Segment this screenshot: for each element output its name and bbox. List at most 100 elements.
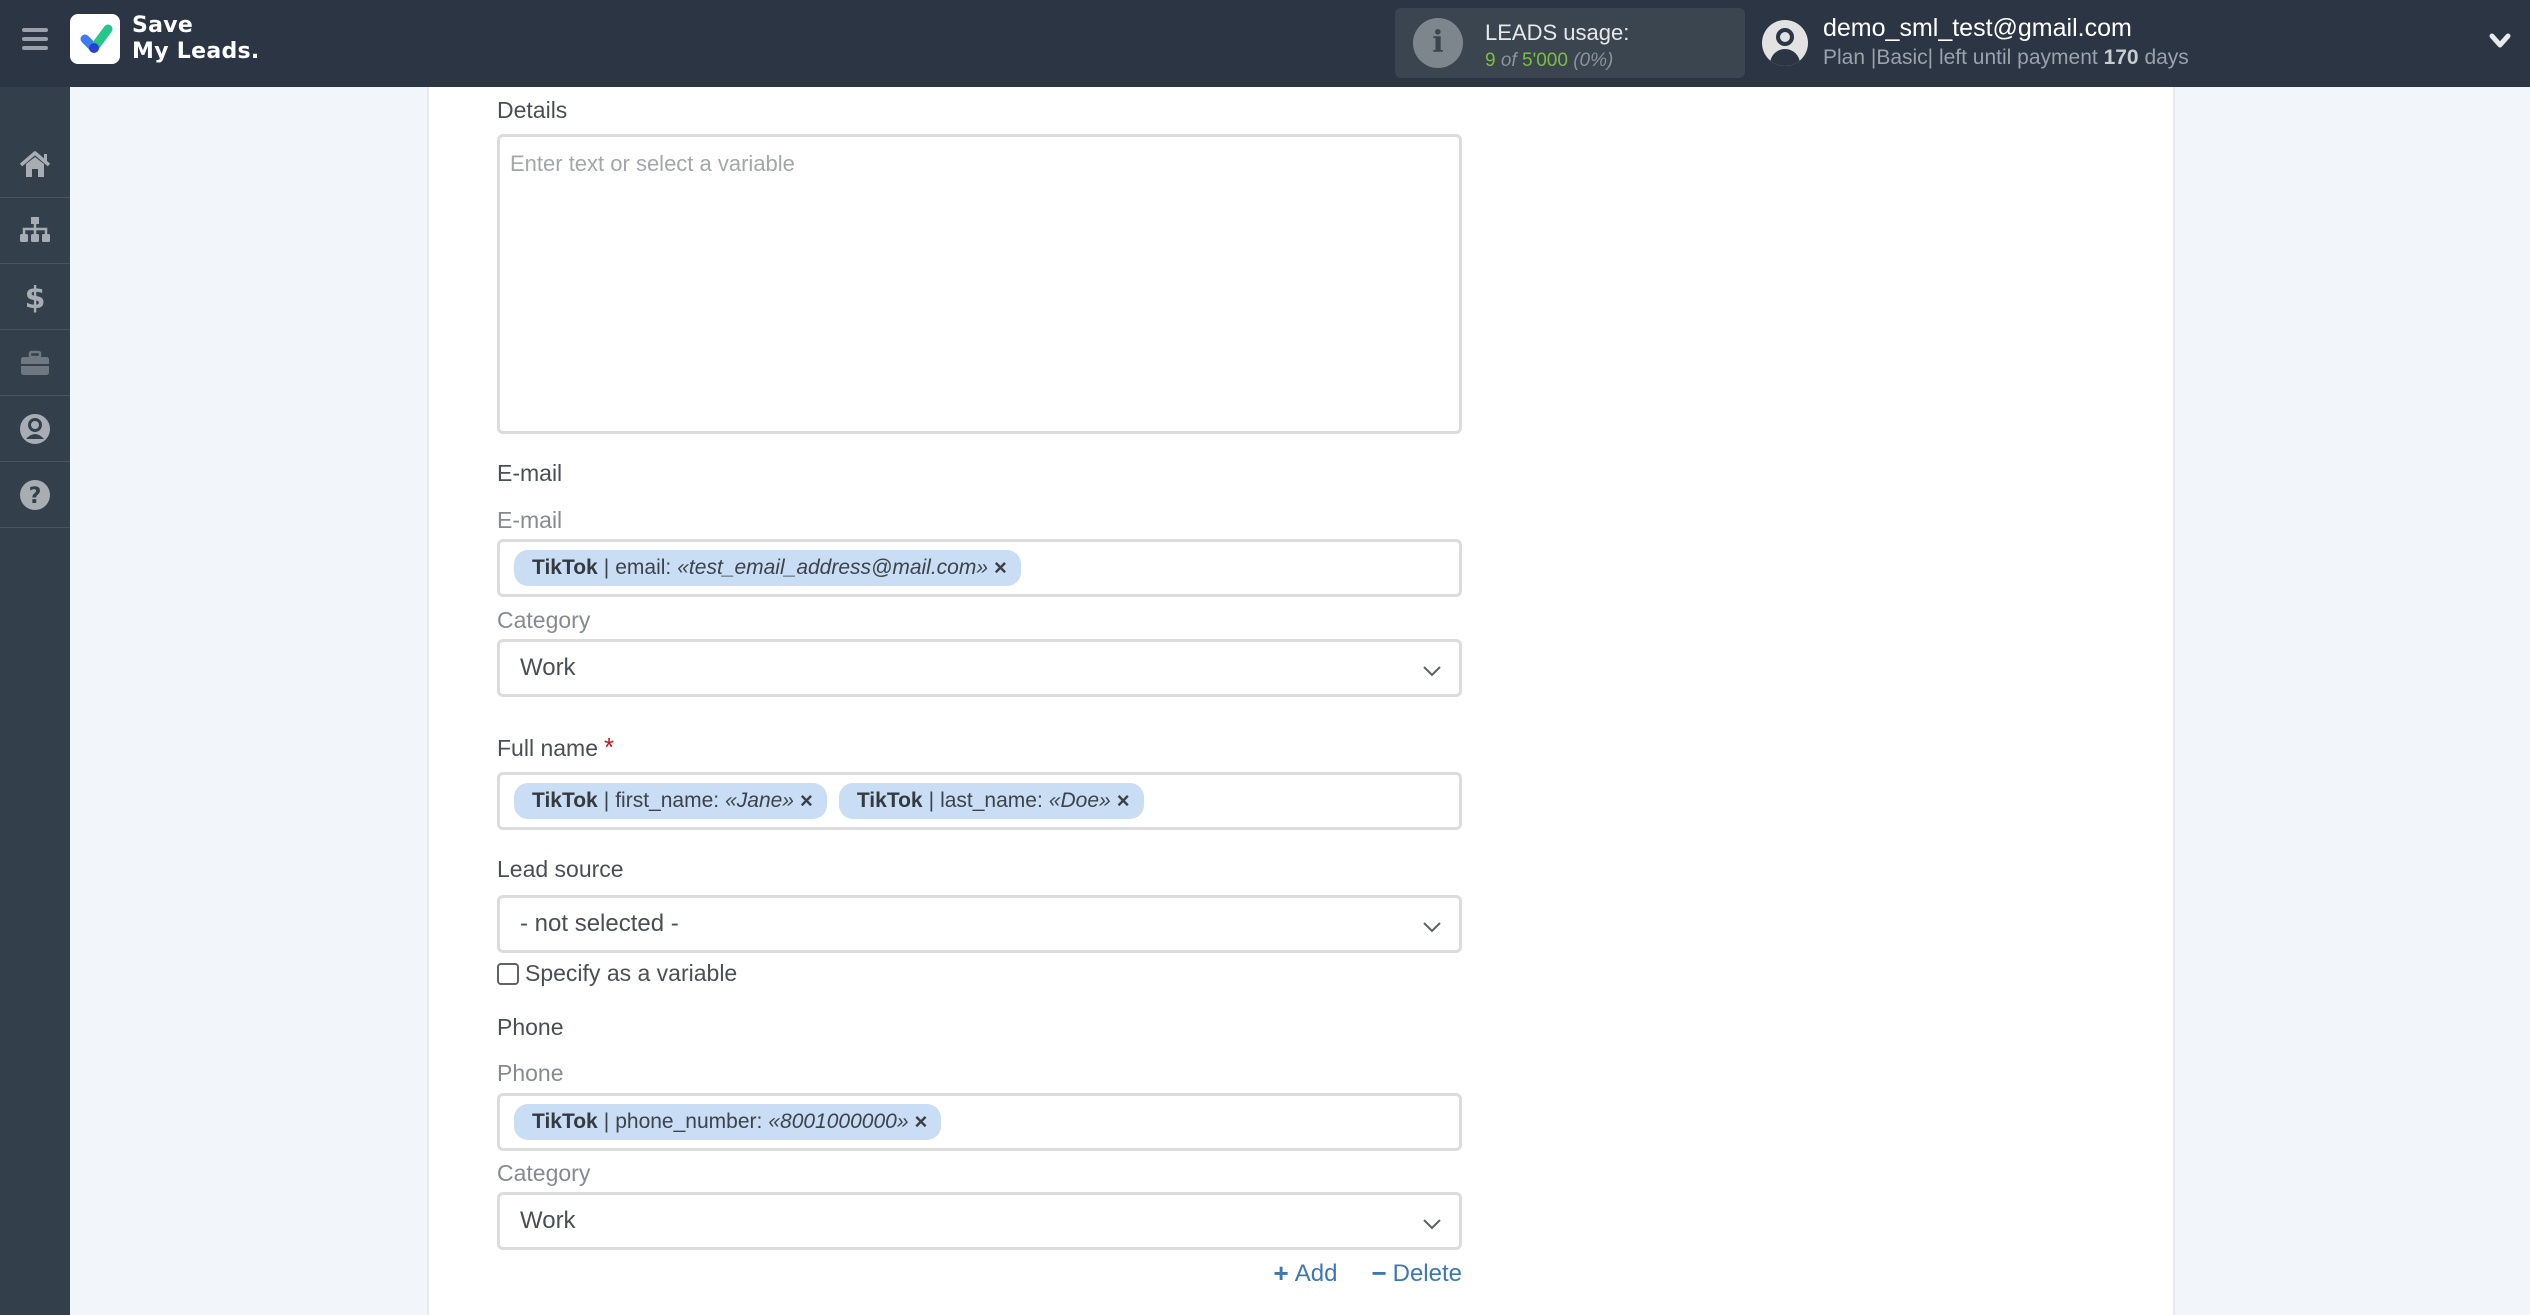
full-name-input[interactable]: TikTok | first_name: «Jane» × TikTok | l… xyxy=(497,772,1462,830)
lead-source-label: Lead source xyxy=(497,856,624,882)
full-name-label: Full name * xyxy=(497,732,614,763)
sidebar-item-help[interactable]: ? xyxy=(0,462,70,528)
minus-icon: − xyxy=(1371,1258,1387,1288)
email-section-heading: E-mail xyxy=(497,460,563,486)
sidebar-item-tools[interactable] xyxy=(0,330,70,396)
svg-text:?: ? xyxy=(29,484,42,509)
menu-toggle-button[interactable] xyxy=(22,28,48,52)
avatar-head xyxy=(1776,28,1794,46)
plan-days-suffix: days xyxy=(2144,46,2189,69)
chevron-down-icon xyxy=(1423,1219,1441,1230)
details-textarea[interactable] xyxy=(497,134,1462,434)
user-avatar-icon[interactable] xyxy=(1762,20,1808,66)
full-name-label-text: Full name xyxy=(497,735,598,761)
specify-variable-option[interactable]: Specify as a variable xyxy=(497,960,737,987)
phone-input[interactable]: TikTok | phone_number: «8001000000» × xyxy=(497,1093,1462,1151)
specify-variable-checkbox[interactable] xyxy=(497,962,519,985)
tag-value: «test_email_address@mail.com» xyxy=(677,556,989,579)
phone-field-label: Phone xyxy=(497,1060,564,1086)
chevron-down-icon xyxy=(1423,666,1441,677)
tag-value: «Doe» xyxy=(1048,789,1111,812)
phone-actions: + Add − Delete xyxy=(1274,1258,1462,1289)
chevron-down-icon[interactable] xyxy=(2485,26,2515,56)
usage-title: LEADS usage: xyxy=(1485,20,1630,45)
remove-tag-icon[interactable]: × xyxy=(915,1109,928,1135)
lead-source-select[interactable]: - not selected - xyxy=(497,895,1462,953)
tag-separator: | xyxy=(603,556,610,579)
required-mark: * xyxy=(603,732,615,762)
dollar-icon: $ xyxy=(25,281,46,314)
home-icon xyxy=(19,150,51,177)
avatar-body xyxy=(1770,49,1800,66)
details-label: Details xyxy=(497,97,568,123)
plan-days: 170 xyxy=(2103,46,2139,69)
phone-section-heading: Phone xyxy=(497,1014,564,1040)
email-input[interactable]: TikTok | email: «test_email_address@mail… xyxy=(497,539,1462,597)
tag-source: TikTok xyxy=(532,556,598,579)
tag-source: TikTok xyxy=(532,789,598,812)
phone-category-label: Category xyxy=(497,1160,591,1186)
sidebar-item-billing[interactable]: $ xyxy=(0,264,70,330)
top-header: Save My Leads. i LEADS usage: 9 of 5'000… xyxy=(0,0,2530,87)
tag-separator: | xyxy=(603,1110,610,1133)
sitemap-icon xyxy=(20,216,50,242)
logo-text[interactable]: Save My Leads. xyxy=(132,13,260,65)
sidebar-item-account[interactable] xyxy=(0,396,70,462)
add-button[interactable]: + Add xyxy=(1274,1258,1338,1289)
plus-icon: + xyxy=(1273,1258,1289,1288)
remove-tag-icon[interactable]: × xyxy=(994,555,1007,581)
briefcase-icon xyxy=(21,350,49,375)
logo-line-2: My Leads. xyxy=(132,39,260,64)
email-category-value: Work xyxy=(520,654,576,681)
tag-field: last_name: xyxy=(940,789,1043,812)
email-category-select[interactable]: Work xyxy=(497,639,1462,697)
usage-of: of xyxy=(1500,50,1517,71)
tag-field: phone_number: xyxy=(615,1110,763,1133)
specify-variable-label[interactable]: Specify as a variable xyxy=(525,960,737,987)
delete-label: Delete xyxy=(1392,1259,1462,1287)
sidebar-item-home[interactable] xyxy=(0,132,70,198)
leads-usage-panel: i LEADS usage: 9 of 5'000 (0%) xyxy=(1395,8,1745,78)
tag-separator: | xyxy=(928,789,935,812)
tag-field: first_name: xyxy=(615,789,720,812)
email-category-label: Category xyxy=(497,607,591,633)
tag-field: email: xyxy=(615,556,672,579)
logo-line-1: Save xyxy=(132,13,194,38)
svg-text:$: $ xyxy=(25,281,46,314)
tag-source: TikTok xyxy=(532,1110,598,1133)
checkmark-logo-icon xyxy=(80,24,113,53)
remove-tag-icon[interactable]: × xyxy=(1117,788,1130,814)
tag-value: «Jane» xyxy=(725,789,794,812)
phone-category-select[interactable]: Work xyxy=(497,1192,1462,1250)
logo-icon[interactable] xyxy=(70,14,120,64)
chevron-down-icon xyxy=(1423,922,1441,933)
lead-source-value: - not selected - xyxy=(520,910,679,937)
tag-source: TikTok xyxy=(856,789,923,812)
sidebar-item-connections[interactable] xyxy=(0,198,70,264)
delete-button[interactable]: − Delete xyxy=(1371,1258,1462,1289)
remove-tag-icon[interactable]: × xyxy=(800,788,813,814)
tag-separator: | xyxy=(603,789,610,812)
user-email[interactable]: demo_sml_test@gmail.com xyxy=(1823,14,2132,43)
user-circle-icon xyxy=(20,413,50,444)
user-plan: Plan |Basic| left until payment 170 days xyxy=(1823,46,2189,70)
hamburger-icon xyxy=(22,28,48,32)
variable-tag[interactable]: TikTok | last_name: «Doe» × xyxy=(838,783,1144,819)
variable-tag[interactable]: TikTok | email: «test_email_address@mail… xyxy=(514,550,1021,586)
add-label: Add xyxy=(1294,1259,1338,1287)
hamburger-icon-line xyxy=(22,37,48,41)
phone-category-value: Work xyxy=(520,1207,576,1234)
info-icon: i xyxy=(1413,18,1463,68)
usage-limit: 5'000 xyxy=(1522,50,1568,71)
email-field-label: E-mail xyxy=(497,507,563,533)
question-circle-icon: ? xyxy=(20,479,50,510)
variable-tag[interactable]: TikTok | phone_number: «8001000000» × xyxy=(514,1104,942,1140)
variable-tag[interactable]: TikTok | first_name: «Jane» × xyxy=(514,783,827,819)
usage-percent: (0%) xyxy=(1573,50,1614,71)
sidebar: $ ? xyxy=(0,87,70,1315)
plan-prefix: Plan |Basic| left until payment xyxy=(1823,46,2098,69)
tag-value: «8001000000» xyxy=(768,1110,909,1133)
hamburger-icon-line xyxy=(22,46,48,50)
usage-value: 9 of 5'000 (0%) xyxy=(1485,50,1613,72)
usage-used: 9 xyxy=(1485,50,1496,71)
